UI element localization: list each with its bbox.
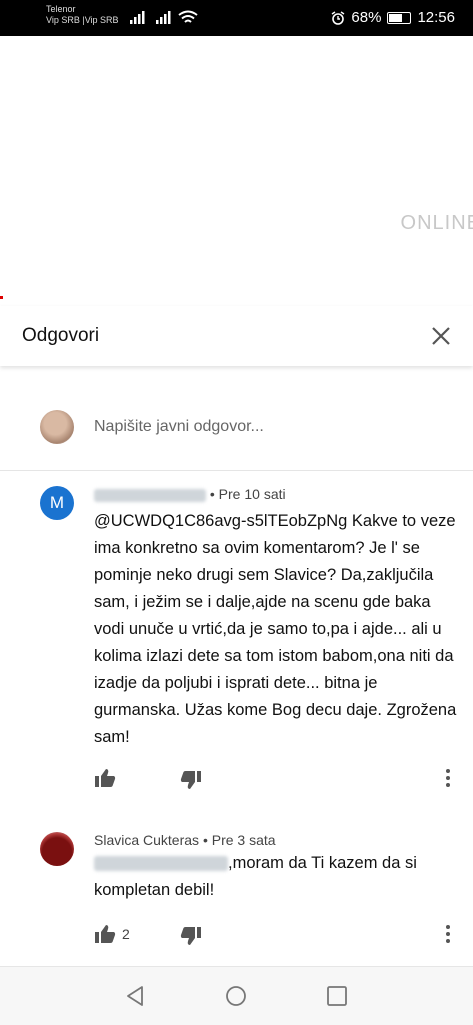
comment-text: @UCWDQ1C86avg-s5lTEobZpNg Kakve to veze … [94,512,457,746]
system-nav-bar [0,966,473,1025]
clock: 12:56 [417,9,455,26]
wifi-icon [178,10,198,23]
author-name-redacted[interactable] [94,488,206,502]
comment-meta: Slavica Cukteras • Pre 3 sata [94,832,276,848]
dislike-icon[interactable] [180,926,202,946]
signal-icon [130,11,145,24]
status-bar: Telenor Vip SRB |Vip SRB 68% 12:56 [0,0,473,36]
more-options-icon[interactable] [445,924,451,944]
video-overlay-text: ONLINE [400,212,473,234]
status-right: 68% 12:56 [331,9,455,26]
panel-title: Odgovori [22,325,100,346]
avatar [40,410,74,444]
recents-icon[interactable] [326,985,348,1007]
avatar[interactable]: M [40,486,74,520]
battery-icon [387,11,412,24]
back-icon[interactable] [124,985,146,1007]
video-player[interactable]: ONLINE [0,36,473,306]
carrier-info: Telenor Vip SRB |Vip SRB [46,4,119,26]
comment-meta: • Pre 10 sati [94,486,286,502]
comment-actions [94,768,459,792]
alarm-icon [332,10,345,25]
progress-indicator [0,296,3,299]
comment-author[interactable]: Slavica Cukteras [94,832,199,848]
comment-text: ,moram da Ti kazem da si kompletan debil… [94,850,459,904]
carrier-name: Telenor [46,4,76,14]
like-icon[interactable] [94,768,116,788]
signal-icon-2 [156,11,171,24]
mentioned-name-redacted[interactable] [94,856,228,872]
comment-time: • Pre 3 sata [202,832,276,848]
close-icon[interactable] [427,322,455,350]
avatar[interactable] [40,832,74,866]
like-icon[interactable] [94,924,116,944]
more-options-icon[interactable] [445,768,451,788]
reply-compose [0,380,473,471]
carrier-network: Vip SRB |Vip SRB [46,15,119,25]
reply-input[interactable] [94,410,434,444]
like-count: 2 [122,926,130,942]
comment-actions: 2 [94,924,459,948]
comment-time: • Pre 10 sati [209,486,286,502]
battery-percent: 68% [351,9,382,26]
replies-header: Odgovori [0,306,473,366]
dislike-icon[interactable] [180,770,202,790]
home-icon[interactable] [225,985,247,1007]
